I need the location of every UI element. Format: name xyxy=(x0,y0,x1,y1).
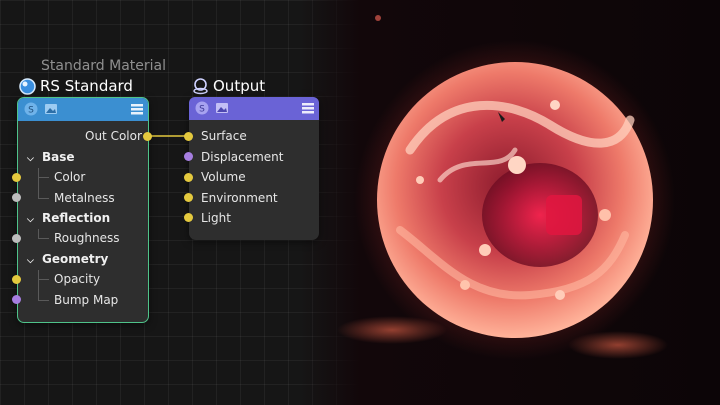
node-title-text: Output xyxy=(213,77,266,95)
input-roughness-port[interactable] xyxy=(12,234,21,243)
input-bump-map-port[interactable] xyxy=(12,295,21,304)
input-color-label: Color xyxy=(54,170,86,184)
input-environment-port[interactable] xyxy=(184,193,193,202)
input-displacement-label: Displacement xyxy=(201,150,284,164)
image-preview-icon[interactable] xyxy=(44,102,58,116)
shader-icon[interactable]: S xyxy=(195,101,209,115)
output-icon xyxy=(193,77,208,94)
tree-connector xyxy=(38,177,49,199)
shader-icon[interactable]: S xyxy=(24,102,38,116)
image-preview-icon[interactable] xyxy=(215,101,229,115)
group-base[interactable]: ⌵ Base xyxy=(27,147,75,167)
input-environment-label: Environment xyxy=(201,191,278,205)
svg-text:S: S xyxy=(28,106,34,116)
tree-connector xyxy=(38,279,49,301)
group-label: Geometry xyxy=(42,252,109,266)
input-volume-port[interactable] xyxy=(184,173,193,182)
chevron-down-icon[interactable]: ⌵ xyxy=(27,256,34,266)
input-opacity-label: Opacity xyxy=(54,272,101,286)
group-label: Base xyxy=(42,150,75,164)
input-color-port[interactable] xyxy=(12,173,21,182)
chevron-down-icon[interactable]: ⌵ xyxy=(27,215,34,225)
input-bump-map-label: Bump Map xyxy=(54,293,119,307)
node-subtitle: Standard Material xyxy=(41,58,167,74)
tree-connector xyxy=(38,229,49,239)
menu-icon[interactable] xyxy=(301,101,315,115)
out-color-port[interactable] xyxy=(143,132,152,141)
input-displacement-port[interactable] xyxy=(184,152,193,161)
group-label: Reflection xyxy=(42,211,111,225)
rs-standard-title: RS Standard xyxy=(19,77,133,95)
group-reflection[interactable]: ⌵ Reflection xyxy=(27,208,110,228)
chevron-down-icon[interactable]: ⌵ xyxy=(27,154,34,164)
node-header[interactable]: S xyxy=(189,97,319,120)
input-surface-port[interactable] xyxy=(184,132,193,141)
material-sphere-icon xyxy=(19,77,36,95)
input-volume-label: Volume xyxy=(201,170,246,184)
input-metalness-label: Metalness xyxy=(54,191,115,205)
input-roughness-label: Roughness xyxy=(54,231,120,245)
input-light-label: Light xyxy=(201,211,231,225)
node-title-text: RS Standard xyxy=(40,77,133,95)
node-header[interactable]: S xyxy=(18,98,148,121)
svg-text:S: S xyxy=(199,105,205,115)
input-light-port[interactable] xyxy=(184,213,193,222)
input-opacity-port[interactable] xyxy=(12,275,21,284)
out-color-label: Out Color xyxy=(85,129,142,143)
output-title: Output xyxy=(192,77,265,95)
group-geometry[interactable]: ⌵ Geometry xyxy=(27,249,108,269)
input-surface-label: Surface xyxy=(201,129,247,143)
input-metalness-port[interactable] xyxy=(12,193,21,202)
menu-icon[interactable] xyxy=(130,102,144,116)
